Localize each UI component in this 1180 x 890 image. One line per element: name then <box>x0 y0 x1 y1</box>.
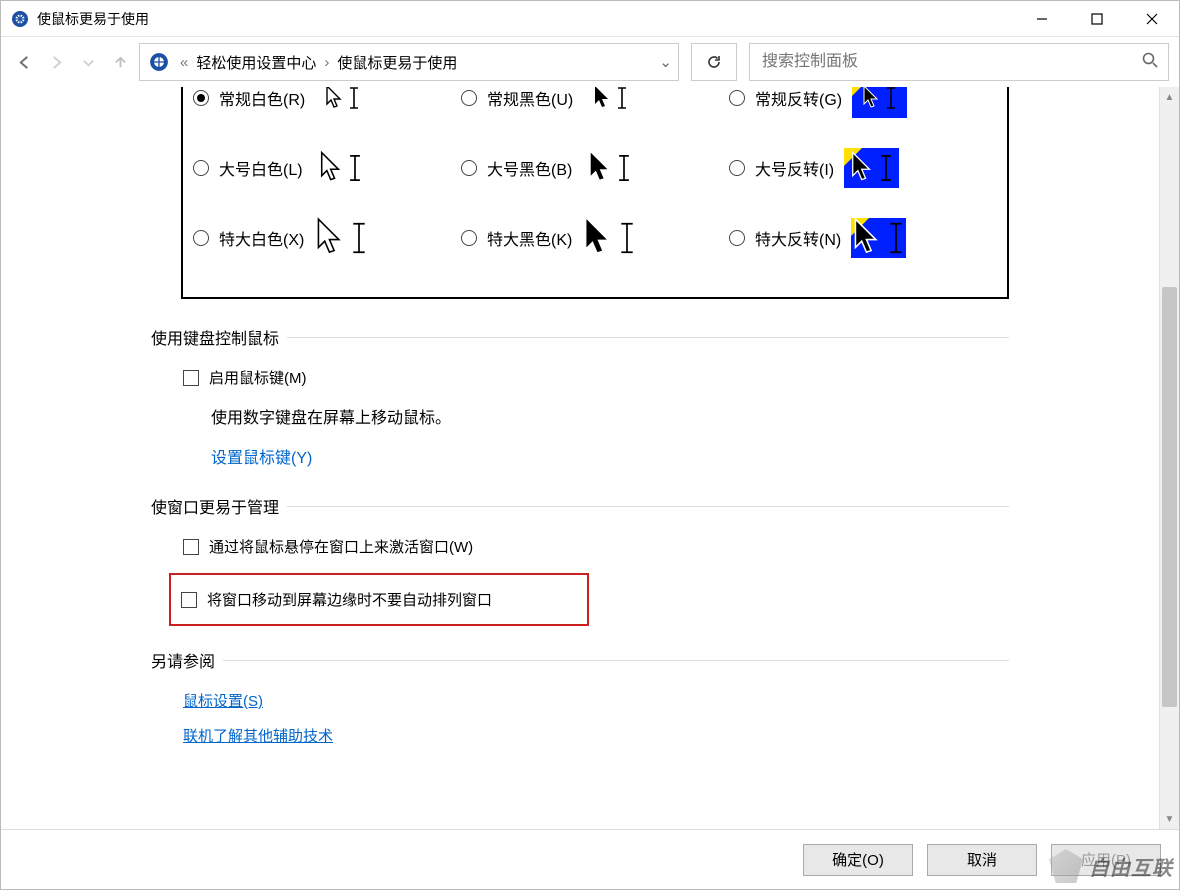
address-icon <box>146 49 172 75</box>
option-label: 大号黑色(B) <box>487 156 572 180</box>
cursor-scheme-group: 常规白色(R) 常规黑色(U) <box>181 87 1009 299</box>
ok-button[interactable]: 确定(O) <box>803 844 913 876</box>
breadcrumb-prefix: « <box>180 54 188 71</box>
cursor-preview-icon <box>582 148 637 188</box>
history-dropdown[interactable] <box>75 49 101 75</box>
divider <box>223 660 1009 661</box>
mouse-settings-link[interactable]: 鼠标设置(S) <box>183 693 263 710</box>
vertical-scrollbar[interactable]: ▲ ▼ <box>1159 87 1179 829</box>
section-title: 另请参阅 <box>151 648 215 672</box>
cursor-preview-icon <box>844 148 899 188</box>
divider <box>287 337 1009 338</box>
address-dropdown-icon[interactable]: ⌄ <box>659 53 672 71</box>
app-icon <box>11 10 29 28</box>
checkbox-icon <box>181 592 197 608</box>
cancel-button[interactable]: 取消 <box>927 844 1037 876</box>
breadcrumb-item-1[interactable]: 轻松使用设置中心 <box>196 52 316 73</box>
minimize-button[interactable] <box>1014 1 1069 37</box>
radio-icon <box>193 90 209 106</box>
maximize-button[interactable] <box>1069 1 1124 37</box>
search-icon[interactable] <box>1142 52 1158 72</box>
section-see-also: 另请参阅 鼠标设置(S) 联机了解其他辅助技术 <box>151 648 1009 746</box>
online-assist-tech-link[interactable]: 联机了解其他辅助技术 <box>183 728 333 745</box>
checkbox-label: 通过将鼠标悬停在窗口上来激活窗口(W) <box>209 536 473 557</box>
option-label: 大号白色(L) <box>219 156 303 180</box>
option-label: 常规黑色(U) <box>487 87 573 110</box>
window-title: 使鼠标更易于使用 <box>37 9 149 29</box>
close-button[interactable] <box>1124 1 1179 37</box>
option-label: 特大反转(N) <box>755 226 841 250</box>
cursor-option-regular-white[interactable]: 常规白色(R) <box>193 87 461 118</box>
cursor-option-regular-black[interactable]: 常规黑色(U) <box>461 87 729 118</box>
option-label: 特大黑色(K) <box>487 226 572 250</box>
cursor-preview-icon <box>314 218 369 258</box>
disable-snap-checkbox[interactable]: 将窗口移动到屏幕边缘时不要自动排列窗口 <box>181 589 577 610</box>
cursor-preview-icon <box>583 87 638 118</box>
scroll-up-icon[interactable]: ▲ <box>1160 87 1179 107</box>
radio-icon <box>193 230 209 246</box>
radio-icon <box>461 230 477 246</box>
refresh-button[interactable] <box>691 43 737 81</box>
address-bar[interactable]: « 轻松使用设置中心 › 使鼠标更易于使用 ⌄ <box>139 43 679 81</box>
search-input[interactable] <box>760 52 1142 72</box>
cursor-preview-icon <box>851 218 906 258</box>
up-button[interactable] <box>107 49 133 75</box>
breadcrumb-item-2[interactable]: 使鼠标更易于使用 <box>337 52 457 73</box>
watermark-icon <box>1049 849 1083 883</box>
checkbox-icon <box>183 539 199 555</box>
section-title: 使用键盘控制鼠标 <box>151 325 279 349</box>
radio-icon <box>461 90 477 106</box>
cursor-option-large-white[interactable]: 大号白色(L) <box>193 148 461 188</box>
cursor-preview-icon <box>315 87 370 118</box>
section-keyboard-control: 使用键盘控制鼠标 启用鼠标键(M) 使用数字键盘在屏幕上移动鼠标。 设置鼠标键(… <box>151 325 1009 468</box>
cursor-option-xl-black[interactable]: 特大黑色(K) <box>461 218 729 258</box>
radio-icon <box>729 160 745 176</box>
scroll-down-icon[interactable]: ▼ <box>1160 809 1179 829</box>
back-button[interactable] <box>11 49 37 75</box>
titlebar: 使鼠标更易于使用 <box>1 1 1179 37</box>
radio-icon <box>729 90 745 106</box>
watermark: 自由互联 <box>1049 849 1173 883</box>
scroll-thumb[interactable] <box>1162 287 1177 707</box>
cursor-option-regular-inverted[interactable]: 常规反转(G) <box>729 87 997 118</box>
navbar: « 轻松使用设置中心 › 使鼠标更易于使用 ⌄ <box>1 37 1179 87</box>
scroll-track[interactable] <box>1160 107 1179 809</box>
breadcrumb-separator-icon: › <box>324 54 329 71</box>
cursor-preview-icon <box>582 218 637 258</box>
checkbox-icon <box>183 370 199 386</box>
setup-mouse-keys-link[interactable]: 设置鼠标键(Y) <box>211 444 312 468</box>
option-label: 大号反转(I) <box>755 156 834 180</box>
highlighted-option: 将窗口移动到屏幕边缘时不要自动排列窗口 <box>169 573 589 626</box>
activate-on-hover-checkbox[interactable]: 通过将鼠标悬停在窗口上来激活窗口(W) <box>183 536 1009 557</box>
option-label: 常规白色(R) <box>219 87 305 110</box>
content-area: 常规白色(R) 常规黑色(U) <box>1 87 1179 829</box>
option-label: 常规反转(G) <box>755 87 842 110</box>
section-window-management: 使窗口更易于管理 通过将鼠标悬停在窗口上来激活窗口(W) <box>151 494 1009 557</box>
checkbox-label: 启用鼠标键(M) <box>209 367 307 388</box>
divider <box>287 506 1009 507</box>
checkbox-label: 将窗口移动到屏幕边缘时不要自动排列窗口 <box>207 589 492 610</box>
cursor-option-xl-white[interactable]: 特大白色(X) <box>193 218 461 258</box>
cursor-option-large-black[interactable]: 大号黑色(B) <box>461 148 729 188</box>
window: 使鼠标更易于使用 « 轻松使用设置中心 › 使鼠标更易于使用 ⌄ <box>0 0 1180 890</box>
option-label: 特大白色(X) <box>219 226 304 250</box>
cursor-option-large-inverted[interactable]: 大号反转(I) <box>729 148 997 188</box>
forward-button[interactable] <box>43 49 69 75</box>
cursor-preview-icon <box>313 148 368 188</box>
search-box[interactable] <box>749 43 1169 81</box>
section-title: 使窗口更易于管理 <box>151 494 279 518</box>
watermark-text: 自由互联 <box>1089 852 1173 881</box>
cursor-preview-icon <box>852 87 907 118</box>
cursor-option-xl-inverted[interactable]: 特大反转(N) <box>729 218 997 258</box>
mouse-keys-description: 使用数字键盘在屏幕上移动鼠标。 <box>211 404 1009 428</box>
radio-icon <box>729 230 745 246</box>
footer: 确定(O) 取消 应用(P) 自由互联 <box>1 829 1179 889</box>
radio-icon <box>193 160 209 176</box>
enable-mouse-keys-checkbox[interactable]: 启用鼠标键(M) <box>183 367 1009 388</box>
radio-icon <box>461 160 477 176</box>
